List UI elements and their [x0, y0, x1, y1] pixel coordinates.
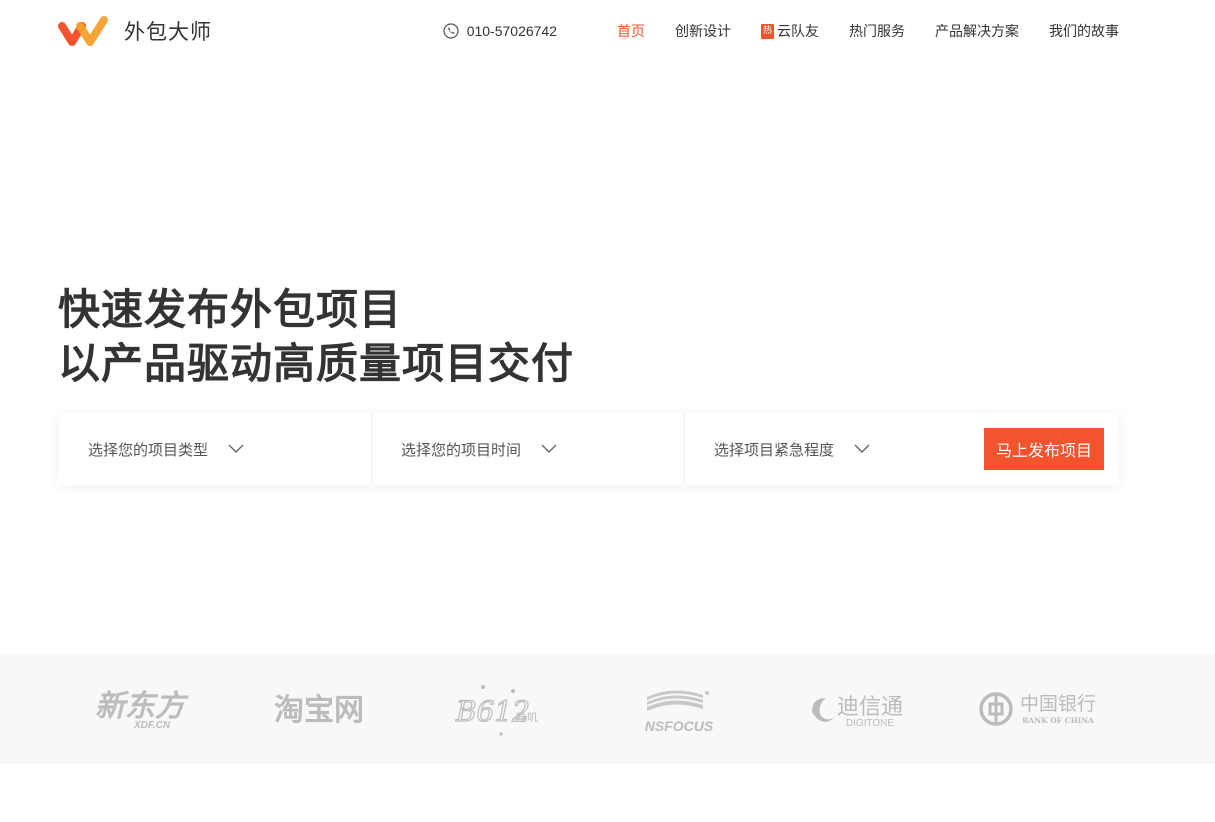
nav-item-label: 首页: [617, 24, 645, 40]
digitone-logo-sub: DIGITONE: [846, 718, 894, 729]
nav-item-label: 我们的故事: [1049, 24, 1119, 40]
hero-subtitle: 以产品驱动高质量项目交付: [58, 339, 575, 388]
publish-project-button[interactable]: 马上发布项目: [984, 428, 1104, 470]
chevron-down-icon: [228, 444, 244, 453]
partner-logos: 新东方 XDF.CN 淘宝网 B612 咔叽 NSFOCUS 迪信通 DIGIT…: [0, 654, 1215, 764]
nav-item-label: 云队友: [777, 24, 819, 40]
digitone-logo-main: 迪信通: [837, 695, 903, 720]
b612-logo-sub: 咔叽: [516, 711, 538, 724]
brand-name: 外包大师: [124, 20, 212, 44]
boc-logo-sub: BANK OF CHINA: [1022, 716, 1094, 725]
header: 外包大师 010-57026742 首页 创新设计 热 云队友 热门服务 产品解…: [0, 0, 1215, 64]
nav-item-label: 创新设计: [675, 24, 731, 40]
nav-item-popular-services[interactable]: 热门服务: [849, 21, 905, 41]
project-urgency-placeholder: 选择项目紧急程度: [714, 440, 835, 459]
phone-icon: [443, 23, 459, 39]
nsfocus-logo-icon: NSFOCUS: [645, 690, 714, 734]
boc-logo-main: 中国银行: [1020, 693, 1096, 715]
phone-contact[interactable]: 010-57026742: [443, 23, 557, 39]
logo-mark-icon: [58, 16, 108, 46]
partner-logo-xdf: 新东方 XDF.CN: [90, 654, 190, 764]
nav-item-innovative-design[interactable]: 创新设计: [675, 21, 731, 41]
nav-item-cloud-teammate[interactable]: 热 云队友: [761, 21, 819, 41]
digitone-logo-icon: 迪信通 DIGITONE: [812, 695, 903, 729]
taobao-logo-main: 淘宝网: [274, 693, 364, 728]
xdf-logo-icon: 新东方 XDF.CN: [95, 689, 189, 731]
project-time-select[interactable]: 选择您的项目时间: [372, 413, 685, 485]
partner-logo-taobao: 淘宝网: [262, 654, 377, 764]
project-type-placeholder: 选择您的项目类型: [88, 440, 209, 459]
partner-logo-b612: B612 咔叽: [455, 654, 545, 764]
main-nav: 010-57026742 首页 创新设计 热 云队友 热门服务 产品解决方案 我…: [443, 20, 1119, 42]
project-urgency-select[interactable]: 选择项目紧急程度: [685, 413, 983, 485]
logo[interactable]: 外包大师: [58, 14, 212, 48]
project-publish-bar: 选择您的项目类型 选择您的项目时间 选择项目紧急程度 马上发布项目: [59, 413, 1119, 485]
nsfocus-logo-main: NSFOCUS: [645, 718, 714, 734]
hero-title: 快速发布外包项目: [58, 285, 403, 334]
partner-logo-boc: 中国银行 BANK OF CHINA: [978, 654, 1102, 764]
chevron-down-icon: [854, 444, 870, 453]
nav-item-label: 热门服务: [849, 24, 905, 40]
b612-logo-icon: B612 咔叽: [455, 685, 538, 736]
nav-item-home[interactable]: 首页: [617, 21, 645, 41]
phone-number: 010-57026742: [466, 23, 557, 39]
partner-logo-digitone: 迪信通 DIGITONE: [808, 654, 910, 764]
nav-item-our-story[interactable]: 我们的故事: [1049, 21, 1119, 41]
xdf-logo-sub: XDF.CN: [133, 720, 171, 731]
taobao-logo-icon: 淘宝网: [274, 693, 364, 728]
project-type-select[interactable]: 选择您的项目类型: [59, 413, 372, 485]
nav-item-label: 产品解决方案: [935, 24, 1019, 40]
nav-item-product-solutions[interactable]: 产品解决方案: [935, 21, 1019, 41]
project-time-placeholder: 选择您的项目时间: [401, 440, 522, 459]
chevron-down-icon: [541, 444, 557, 453]
xdf-logo-main: 新东方: [95, 689, 189, 724]
boc-logo-icon: 中国银行 BANK OF CHINA: [979, 692, 1096, 726]
partner-logo-nsfocus: NSFOCUS: [633, 654, 725, 764]
hot-badge: 热: [761, 23, 774, 39]
